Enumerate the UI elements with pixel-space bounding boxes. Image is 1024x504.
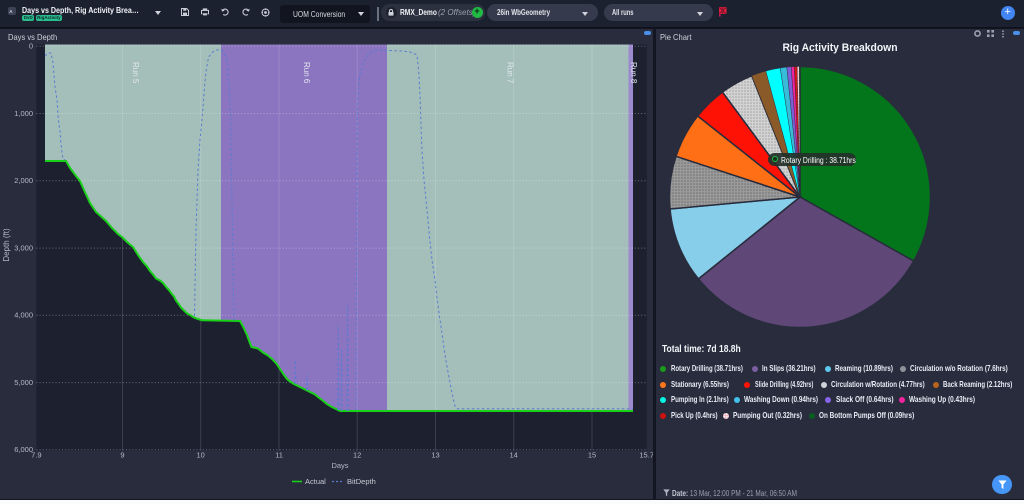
- svg-text:7.9: 7.9: [31, 451, 41, 460]
- svg-text:15.7: 15.7: [639, 451, 653, 460]
- svg-text:11: 11: [275, 451, 283, 460]
- svg-text:Actual: Actual: [305, 477, 326, 486]
- svg-text:Depth (ft): Depth (ft): [2, 228, 11, 262]
- svg-text:5,000: 5,000: [14, 378, 33, 387]
- svg-text:Days: Days: [331, 461, 348, 470]
- svg-text:Run 6: Run 6: [302, 62, 311, 84]
- svg-text:Run 7: Run 7: [506, 62, 515, 84]
- svg-text:3,000: 3,000: [14, 244, 33, 253]
- svg-text:Run 5: Run 5: [131, 62, 140, 84]
- svg-text:Run 8: Run 8: [629, 62, 638, 84]
- svg-text:10: 10: [197, 451, 205, 460]
- svg-text:6,000: 6,000: [14, 445, 33, 454]
- svg-text:0: 0: [29, 42, 33, 51]
- svg-text:9: 9: [120, 451, 124, 460]
- svg-text:4,000: 4,000: [14, 311, 33, 320]
- svg-text:2,000: 2,000: [14, 176, 33, 185]
- svg-text:12: 12: [353, 451, 361, 460]
- svg-text:15: 15: [588, 451, 596, 460]
- svg-text:1,000: 1,000: [14, 109, 33, 118]
- svg-text:14: 14: [510, 451, 518, 460]
- svg-text:BitDepth: BitDepth: [347, 477, 376, 486]
- svg-text:13: 13: [431, 451, 439, 460]
